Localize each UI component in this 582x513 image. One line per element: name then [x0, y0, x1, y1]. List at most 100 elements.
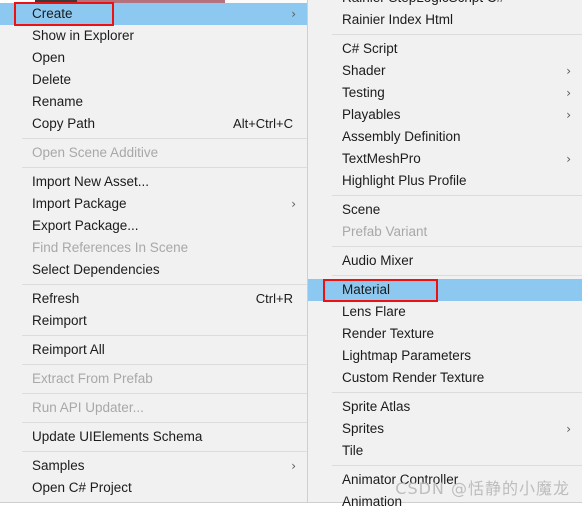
menu-item-label: Audio Mixer: [342, 253, 414, 268]
menu-item-label: Extract From Prefab: [32, 371, 153, 386]
menu-item-reimport[interactable]: Reimport: [0, 310, 307, 332]
menu-item-c-script[interactable]: C# Script: [308, 38, 582, 60]
menu-item-label: TextMeshPro: [342, 151, 421, 166]
chevron-right-icon: ›: [291, 197, 296, 211]
menu-item-label: Reimport All: [32, 342, 105, 357]
menu-item-label: Sprite Atlas: [342, 399, 411, 414]
chevron-right-icon: ›: [566, 86, 571, 100]
menu-item-samples[interactable]: Samples ›: [0, 455, 307, 477]
menu-item-rainier-index-html[interactable]: Rainier Index Html: [308, 9, 582, 31]
menu-item-create[interactable]: Create ›: [0, 3, 307, 25]
menu-item-import-package[interactable]: Import Package ›: [0, 193, 307, 215]
chevron-right-icon: ›: [291, 7, 296, 21]
menu-item-label: Create: [32, 6, 73, 21]
menu-item-label: Playables: [342, 107, 401, 122]
menu-item-textmeshpro[interactable]: TextMeshPro ›: [308, 148, 582, 170]
menu-item-label: Import New Asset...: [32, 174, 150, 189]
menu-item-label: Show in Explorer: [32, 28, 135, 43]
menu-item-rainier-steplogicscript-c[interactable]: Rainier StepLogicScript C#: [308, 0, 582, 9]
menu-item-select-dependencies[interactable]: Select Dependencies: [0, 259, 307, 281]
menu-item-sprite-atlas[interactable]: Sprite Atlas: [308, 396, 582, 418]
menu-item-scene[interactable]: Scene: [308, 199, 582, 221]
menu-item-label: Rainier Index Html: [342, 12, 454, 27]
menu-item-label: Rename: [32, 94, 84, 109]
menu-item-label: Import Package: [32, 196, 127, 211]
menu-item-prefab-variant: Prefab Variant: [308, 221, 582, 243]
menu-item-rename[interactable]: Rename: [0, 91, 307, 113]
menu-item-label: Animator Controller: [342, 472, 459, 487]
menu-item-label: Select Dependencies: [32, 262, 160, 277]
menu-item-refresh[interactable]: Refresh Ctrl+R: [0, 288, 307, 310]
menu-item-label: Prefab Variant: [342, 224, 428, 239]
menu-item-lens-flare[interactable]: Lens Flare: [308, 301, 582, 323]
menu-separator: [22, 451, 307, 452]
menu-item-export-package[interactable]: Export Package...: [0, 215, 307, 237]
menu-separator: [22, 138, 307, 139]
menu-item-label: Rainier StepLogicScript C#: [342, 0, 504, 9]
menu-item-animation[interactable]: Animation: [308, 491, 582, 513]
menu-item-update-uielements-schema[interactable]: Update UIElements Schema: [0, 426, 307, 448]
menu-item-label: Reimport: [32, 313, 87, 328]
menu-item-lightmap-parameters[interactable]: Lightmap Parameters: [308, 345, 582, 367]
menu-item-label: Animation: [342, 494, 403, 509]
menu-item-label: Export Package...: [32, 218, 139, 233]
menu-item-label: Delete: [32, 72, 72, 87]
menu-item-label: Lightmap Parameters: [342, 348, 472, 363]
menu-item-shortcut: Alt+Ctrl+C: [233, 116, 293, 131]
menu-item-tile[interactable]: Tile: [308, 440, 582, 462]
menu-item-label: Sprites: [342, 421, 385, 436]
menu-item-extract-from-prefab: Extract From Prefab: [0, 368, 307, 390]
menu-item-label: Scene: [342, 202, 381, 217]
menu-item-custom-render-texture[interactable]: Custom Render Texture: [308, 367, 582, 389]
menu-item-open[interactable]: Open: [0, 47, 307, 69]
menu-separator: [332, 392, 582, 393]
menu-item-copy-path[interactable]: Copy Path Alt+Ctrl+C: [0, 113, 307, 135]
menu-item-label: Lens Flare: [342, 304, 406, 319]
menu-separator: [22, 422, 307, 423]
chevron-right-icon: ›: [566, 152, 571, 166]
menu-item-label: Open C# Project: [32, 480, 132, 495]
menu-item-assembly-definition[interactable]: Assembly Definition: [308, 126, 582, 148]
menu-item-render-texture[interactable]: Render Texture: [308, 323, 582, 345]
menu-item-shortcut: Ctrl+R: [255, 291, 293, 306]
create-submenu: Rainier StepLogicScript C# Rainier Index …: [307, 0, 582, 509]
menu-item-open-c-project[interactable]: Open C# Project: [0, 477, 307, 499]
menu-item-run-api-updater: Run API Updater...: [0, 397, 307, 419]
menu-item-delete[interactable]: Delete: [0, 69, 307, 91]
assets-context-menu: Create › Show in Explorer Open Delete Rename C…: [0, 3, 308, 503]
menu-separator: [22, 393, 307, 394]
menu-item-highlight-plus-profile[interactable]: Highlight Plus Profile: [308, 170, 582, 192]
menu-item-reimport-all[interactable]: Reimport All: [0, 339, 307, 361]
menu-separator: [332, 275, 582, 276]
menu-item-find-references-in-scene: Find References In Scene: [0, 237, 307, 259]
menu-item-label: Find References In Scene: [32, 240, 189, 255]
menu-item-testing[interactable]: Testing ›: [308, 82, 582, 104]
chevron-right-icon: ›: [566, 422, 571, 436]
menu-item-label: Samples: [32, 458, 85, 473]
menu-item-playables[interactable]: Playables ›: [308, 104, 582, 126]
menu-separator: [332, 465, 582, 466]
menu-separator: [332, 246, 582, 247]
menu-item-open-scene-additive: Open Scene Additive: [0, 142, 307, 164]
menu-item-label: Custom Render Texture: [342, 370, 485, 385]
menu-separator: [22, 284, 307, 285]
menu-item-sprites[interactable]: Sprites ›: [308, 418, 582, 440]
menu-item-label: C# Script: [342, 41, 398, 56]
menu-item-label: Open Scene Additive: [32, 145, 159, 160]
menu-item-label: Update UIElements Schema: [32, 429, 203, 444]
menu-item-label: Copy Path: [32, 116, 96, 131]
menu-item-label: Assembly Definition: [342, 129, 461, 144]
menu-item-material[interactable]: Material: [308, 279, 582, 301]
chevron-right-icon: ›: [566, 64, 571, 78]
menu-item-import-new-asset[interactable]: Import New Asset...: [0, 171, 307, 193]
menu-item-animator-controller[interactable]: Animator Controller: [308, 469, 582, 491]
menu-item-label: Tile: [342, 443, 364, 458]
menu-item-shader[interactable]: Shader ›: [308, 60, 582, 82]
menu-separator: [22, 335, 307, 336]
menu-item-label: Material: [342, 282, 391, 297]
menu-item-label: Open: [32, 50, 66, 65]
menu-item-audio-mixer[interactable]: Audio Mixer: [308, 250, 582, 272]
chevron-right-icon: ›: [566, 108, 571, 122]
menu-item-show-in-explorer[interactable]: Show in Explorer: [0, 25, 307, 47]
menu-item-label: Refresh: [32, 291, 80, 306]
